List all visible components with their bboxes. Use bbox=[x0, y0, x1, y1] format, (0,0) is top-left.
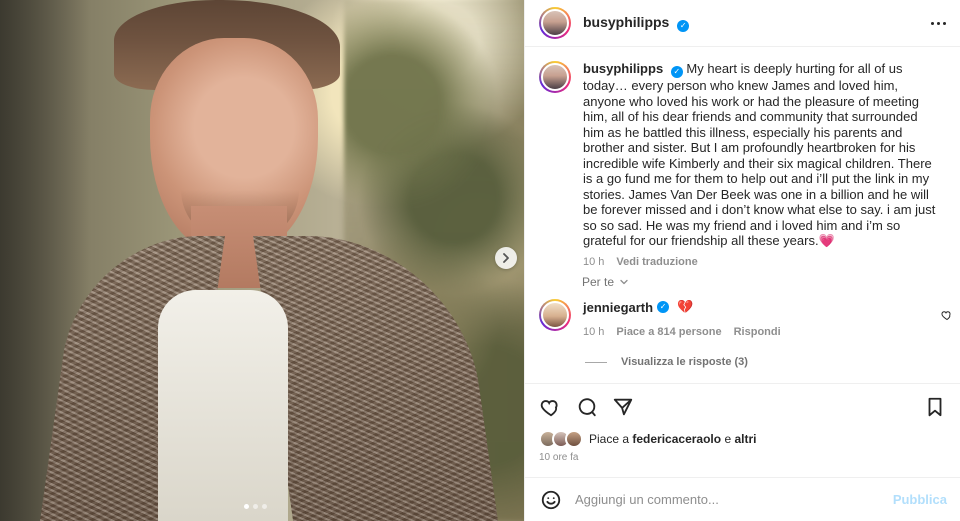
comment-avatar-image bbox=[541, 301, 569, 329]
likes-prefix: Piace a bbox=[589, 432, 630, 446]
post-caption: busyphilipps ✓ My heart is deeply hurtin… bbox=[539, 61, 943, 268]
share-button[interactable] bbox=[611, 395, 635, 419]
broken-heart-icon: 💔 bbox=[677, 299, 694, 314]
post-actions bbox=[525, 383, 960, 430]
view-replies[interactable]: Visualizza le risposte (3) bbox=[585, 356, 748, 368]
more-icon-dot bbox=[937, 21, 940, 25]
post-media[interactable] bbox=[0, 0, 524, 521]
caption-avatar[interactable] bbox=[539, 61, 571, 93]
post-header: busyphilipps ✓ bbox=[525, 0, 960, 47]
caption-body: My heart is deeply hurting for all of us… bbox=[583, 61, 936, 248]
publish-button[interactable]: Pubblica bbox=[893, 492, 947, 507]
more-options-button[interactable] bbox=[931, 11, 946, 35]
caption-time: 10 h bbox=[583, 255, 605, 268]
carousel-dot bbox=[253, 504, 258, 509]
verified-icon: ✓ bbox=[677, 20, 690, 32]
liker-avatar bbox=[565, 430, 583, 448]
comment-body: jenniegarth ✓ 💔 10 h Piace a 814 persone… bbox=[583, 299, 939, 338]
audience-selector[interactable]: Per te bbox=[582, 275, 629, 289]
author-avatar[interactable] bbox=[539, 7, 571, 39]
comment-input[interactable] bbox=[575, 492, 885, 507]
reply-button[interactable]: Rispondi bbox=[734, 326, 781, 338]
heart-icon[interactable] bbox=[941, 309, 953, 321]
translate-link[interactable]: Vedi traduzione bbox=[616, 256, 697, 268]
comment-composer: Pubblica bbox=[525, 477, 960, 521]
carousel-dots bbox=[244, 504, 267, 509]
more-icon-dot bbox=[943, 21, 946, 25]
save-button[interactable] bbox=[923, 395, 947, 419]
comment-avatar[interactable] bbox=[539, 299, 571, 331]
liker-avatars[interactable] bbox=[539, 430, 583, 448]
likes-others[interactable]: altri bbox=[734, 432, 756, 446]
comment-time: 10 h bbox=[583, 326, 605, 338]
more-icon-dot bbox=[931, 21, 934, 25]
verified-icon: ✓ bbox=[657, 301, 670, 313]
carousel-dot-active bbox=[244, 504, 249, 509]
share-icon bbox=[613, 398, 633, 416]
post-details-pane: busyphilipps ✓ busyphilipps ✓ My heart i… bbox=[524, 0, 960, 521]
likes-user[interactable]: federicaceraolo bbox=[632, 432, 721, 446]
replies-line bbox=[585, 361, 607, 363]
likes-suffix: e bbox=[724, 432, 732, 446]
comment-meta: 10 h Piace a 814 persone Rispondi bbox=[583, 326, 939, 338]
comment-likes-link[interactable]: Piace a 814 persone bbox=[616, 326, 721, 338]
chevron-down-icon bbox=[620, 279, 628, 285]
portrait-shirt bbox=[158, 290, 288, 521]
view-replies-label: Visualizza le risposte (3) bbox=[621, 356, 748, 368]
author-username-text: busyphilipps bbox=[583, 14, 670, 30]
caption-text: busyphilipps ✓ My heart is deeply hurtin… bbox=[583, 61, 941, 249]
save-icon bbox=[928, 397, 942, 417]
comment-icon bbox=[578, 398, 596, 417]
caption-avatar-image bbox=[541, 63, 569, 91]
comment-button[interactable] bbox=[575, 395, 599, 419]
caption-meta: 10 h Vedi traduzione bbox=[583, 256, 941, 268]
author-avatar-image bbox=[541, 9, 569, 37]
emoji-icon bbox=[541, 490, 561, 509]
emoji-picker-button[interactable] bbox=[539, 488, 563, 512]
carousel-dot bbox=[262, 504, 267, 509]
likes-summary: Piace a federicaceraolo e altri bbox=[539, 430, 756, 448]
author-username[interactable]: busyphilipps ✓ bbox=[583, 14, 690, 32]
verified-icon: ✓ bbox=[670, 66, 683, 78]
comment-header: jenniegarth ✓ 💔 bbox=[583, 299, 939, 315]
like-button[interactable] bbox=[539, 395, 563, 419]
post-time-ago: 10 ore fa bbox=[539, 452, 579, 463]
caption-username[interactable]: busyphilipps bbox=[583, 61, 663, 76]
heart-icon bbox=[540, 400, 558, 417]
audience-label: Per te bbox=[582, 275, 615, 289]
comment-item: jenniegarth ✓ 💔 10 h Piace a 814 persone… bbox=[539, 299, 953, 338]
chevron-right-icon bbox=[503, 253, 509, 263]
carousel-next-button[interactable] bbox=[495, 247, 517, 269]
comment-username[interactable]: jenniegarth bbox=[583, 300, 653, 315]
